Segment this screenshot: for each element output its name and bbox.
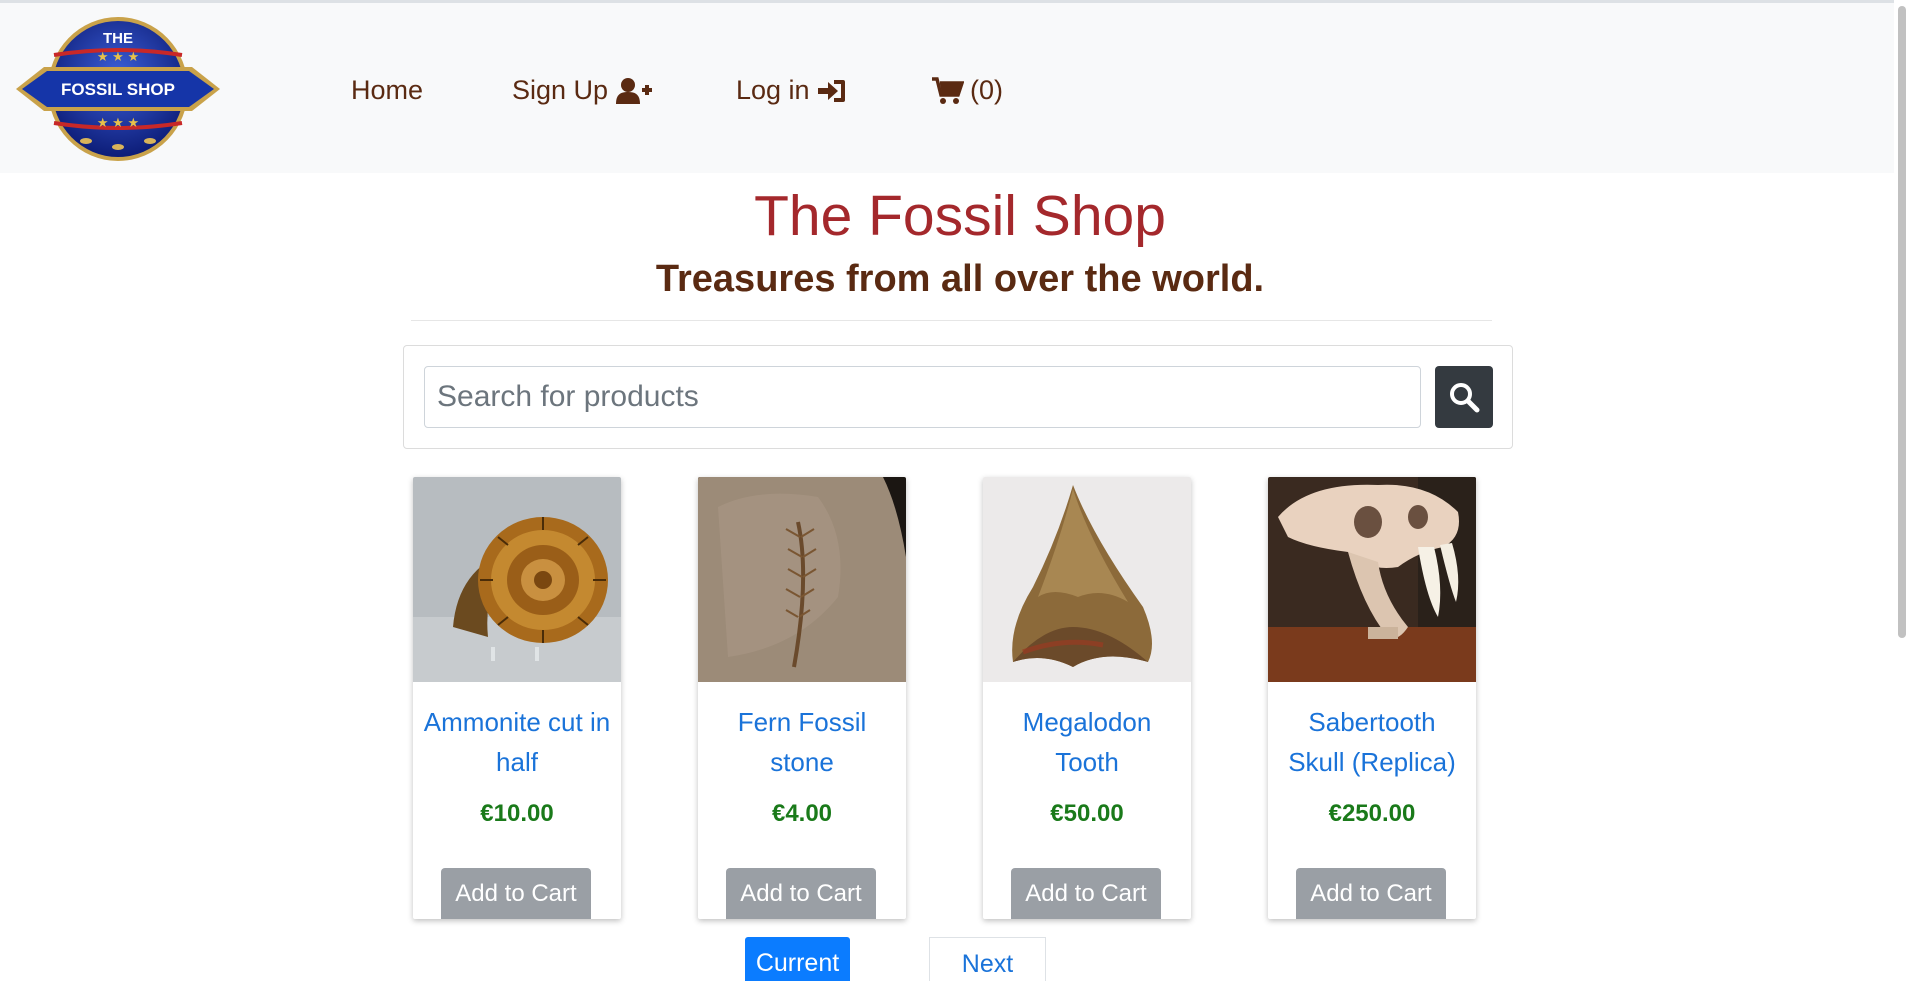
add-to-cart-button[interactable]: Add to Cart (1011, 868, 1161, 919)
navbar: THE ★ ★ ★ FOSSIL SHOP ★ ★ ★ Home Sign Up… (0, 3, 1908, 173)
search-icon (1450, 383, 1480, 413)
svg-text:FOSSIL SHOP: FOSSIL SHOP (61, 80, 175, 99)
product-card: Ammonite cut in half €10.00 Add to Cart (413, 477, 621, 919)
product-name-link[interactable]: Ammonite cut in half (413, 702, 621, 782)
nav-signup-link[interactable]: Sign Up (512, 75, 653, 106)
sign-in-icon (817, 79, 845, 102)
search-input[interactable] (424, 366, 1421, 428)
nav-home-link[interactable]: Home (351, 75, 423, 106)
product-price: €10.00 (480, 800, 554, 827)
ammonite-image[interactable] (413, 477, 621, 682)
user-plus-icon (616, 77, 653, 104)
header-divider (411, 320, 1492, 321)
search-button[interactable] (1435, 366, 1493, 428)
product-card: Megalodon Tooth €50.00 Add to Cart (983, 477, 1191, 919)
product-price: €250.00 (1328, 800, 1416, 827)
cart-count: (0) (970, 75, 1003, 105)
nav-cart-link[interactable]: (0) (932, 75, 1003, 106)
product-name-link[interactable]: Fern Fossil stone (698, 702, 906, 782)
shopping-cart-icon (932, 76, 964, 104)
pagination-current[interactable]: Current (745, 937, 850, 981)
svg-text:THE: THE (103, 30, 133, 47)
product-card: Sabertooth Skull (Replica) €250.00 Add t… (1268, 477, 1476, 919)
page-tagline: Treasures from all over the world. (655, 258, 1265, 300)
nav-login-link[interactable]: Log in (736, 75, 846, 106)
svg-text:★ ★ ★: ★ ★ ★ (97, 49, 139, 64)
add-to-cart-button[interactable]: Add to Cart (441, 868, 591, 919)
fern-fossil-image[interactable] (698, 477, 906, 682)
sabertooth-skull-image[interactable] (1268, 477, 1476, 682)
nav-signup-label: Sign Up (512, 75, 609, 105)
page-title: The Fossil Shop (754, 184, 1166, 248)
megalodon-tooth-image[interactable] (983, 477, 1191, 682)
product-name-link[interactable]: Sabertooth Skull (Replica) (1268, 702, 1476, 782)
product-card: Fern Fossil stone €4.00 Add to Cart (698, 477, 906, 919)
svg-text:★ ★ ★: ★ ★ ★ (97, 115, 139, 130)
product-name-link[interactable]: Megalodon Tooth (983, 702, 1191, 782)
product-price: €4.00 (771, 800, 833, 827)
add-to-cart-button[interactable]: Add to Cart (1296, 868, 1446, 919)
fossil-shop-logo[interactable]: THE ★ ★ ★ FOSSIL SHOP ★ ★ ★ (14, 15, 222, 163)
product-price: €50.00 (1050, 800, 1124, 827)
add-to-cart-button[interactable]: Add to Cart (726, 868, 876, 919)
pagination-next[interactable]: Next (929, 937, 1046, 981)
nav-home-label: Home (351, 75, 424, 105)
scrollbar[interactable] (1894, 0, 1908, 981)
search-panel (403, 345, 1513, 449)
scrollbar-thumb[interactable] (1898, 6, 1906, 638)
nav-login-label: Log in (736, 75, 810, 105)
